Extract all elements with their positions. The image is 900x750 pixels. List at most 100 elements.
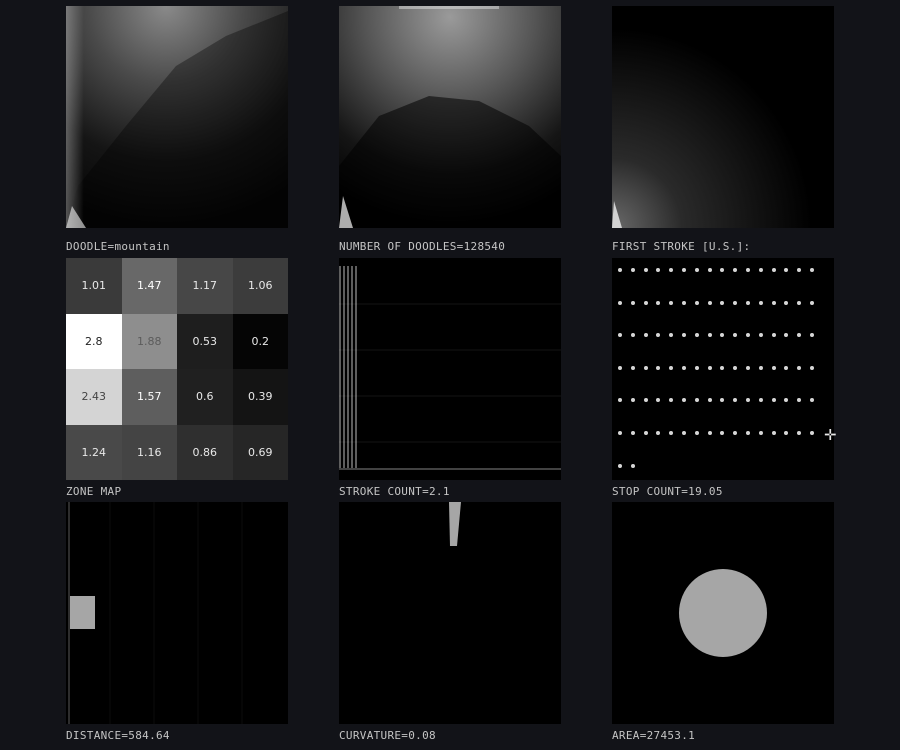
stop-dot	[630, 300, 635, 305]
stop-dot	[643, 431, 648, 435]
stop-dot	[810, 365, 814, 370]
stop-dot	[694, 333, 699, 338]
stop-dot	[733, 333, 738, 338]
stop-dot	[733, 398, 738, 403]
stop-dot	[630, 268, 635, 272]
stop-dot	[694, 268, 699, 272]
stop-dot	[669, 268, 674, 272]
stop-dot	[771, 300, 776, 305]
stop-dot	[758, 398, 763, 403]
stroke-count-chart	[339, 258, 561, 480]
distance-chart	[66, 502, 288, 724]
stop-dot	[746, 431, 750, 435]
stop-dot	[707, 365, 712, 370]
stop-dot	[682, 431, 686, 435]
stop-dot	[618, 268, 622, 272]
stop-dot	[784, 300, 789, 305]
stop-dot	[810, 268, 814, 272]
stop-dot	[758, 365, 763, 370]
stop-dot	[682, 268, 686, 272]
doodle-caption: DOODLE=mountain	[66, 240, 170, 253]
zone-map-cell: 1.01	[66, 258, 122, 314]
stop-dot	[797, 398, 802, 403]
stop-dot	[630, 333, 635, 338]
stop-dot	[618, 431, 622, 435]
area-chart	[612, 502, 834, 724]
stop-dot	[784, 398, 789, 403]
stop-dot	[771, 431, 776, 435]
stroke-count-caption: STROKE COUNT=2.1	[339, 485, 450, 498]
stop-dot	[694, 431, 699, 435]
zone-map-cell: 1.24	[66, 424, 122, 480]
stop-dot	[656, 365, 661, 370]
stop-dot	[707, 398, 712, 403]
stop-dot	[707, 268, 712, 272]
stop-dot	[720, 365, 725, 370]
stop-dot	[720, 431, 725, 435]
stop-dot	[618, 365, 622, 370]
stop-dot	[618, 463, 622, 468]
zone-map-cell: 2.8	[66, 313, 122, 369]
stop-dot	[797, 431, 802, 435]
stop-count-caption: STOP COUNT=19.05	[612, 485, 723, 498]
stop-dot	[643, 333, 648, 338]
stop-dot	[656, 333, 661, 338]
stop-dot	[720, 268, 725, 272]
zone-map-cell: 0.69	[232, 424, 288, 480]
stop-dot	[733, 431, 738, 435]
stop-dot	[797, 268, 802, 272]
doodle-count-caption: NUMBER OF DOODLES=128540	[339, 240, 506, 253]
zone-map-cell: 1.16	[121, 424, 177, 480]
stop-dot	[707, 431, 712, 435]
area-caption: AREA=27453.1	[612, 729, 696, 742]
stop-dot	[797, 333, 802, 338]
stop-dot	[758, 268, 763, 272]
stop-dot	[797, 365, 802, 370]
stop-dot	[771, 365, 776, 370]
stop-dot	[720, 333, 725, 338]
stop-dot	[746, 300, 750, 305]
stop-dot	[784, 365, 789, 370]
stop-dot	[643, 398, 648, 403]
stop-dot	[771, 268, 776, 272]
stop-dot	[810, 300, 814, 305]
zone-map-cell: 1.88	[121, 313, 177, 369]
stop-dot	[707, 333, 712, 338]
stop-dot	[784, 268, 789, 272]
stop-dot	[707, 300, 712, 305]
stop-dot	[758, 300, 763, 305]
curvature-caption: CURVATURE=0.08	[339, 729, 436, 742]
stop-dot	[656, 431, 661, 435]
doodle-density-image	[66, 6, 288, 228]
zone-map-cell: 0.39	[232, 369, 288, 425]
stop-dot	[746, 268, 750, 272]
stop-dot	[618, 398, 622, 403]
stop-count-dot-grid	[612, 258, 834, 480]
zone-map-cell: 1.47	[121, 258, 177, 314]
zone-map-cell: 0.86	[177, 424, 233, 480]
stop-dot	[669, 398, 674, 403]
stop-dot	[682, 365, 686, 370]
stop-dot	[630, 365, 635, 370]
curvature-wedge	[449, 502, 461, 546]
zone-map-cell: 0.6	[177, 369, 233, 425]
crosshair-cursor-icon: ✛	[824, 426, 837, 444]
stop-dot	[656, 268, 661, 272]
stop-dot	[643, 365, 648, 370]
stop-dot	[669, 333, 674, 338]
stop-dot	[643, 268, 648, 272]
stop-dot	[669, 431, 674, 435]
zone-map-cell: 0.2	[232, 313, 288, 369]
stop-dot	[682, 300, 686, 305]
stop-dot	[758, 333, 763, 338]
stop-dot	[758, 431, 763, 435]
stop-dot	[733, 365, 738, 370]
zone-map-caption: ZONE MAP	[66, 485, 122, 498]
average-doodle-image	[339, 6, 561, 228]
stop-dot	[630, 463, 635, 468]
stop-dot	[630, 431, 635, 435]
stop-dot	[682, 333, 686, 338]
stop-dot	[694, 300, 699, 305]
stop-dot	[784, 333, 789, 338]
stop-dot	[810, 333, 814, 338]
